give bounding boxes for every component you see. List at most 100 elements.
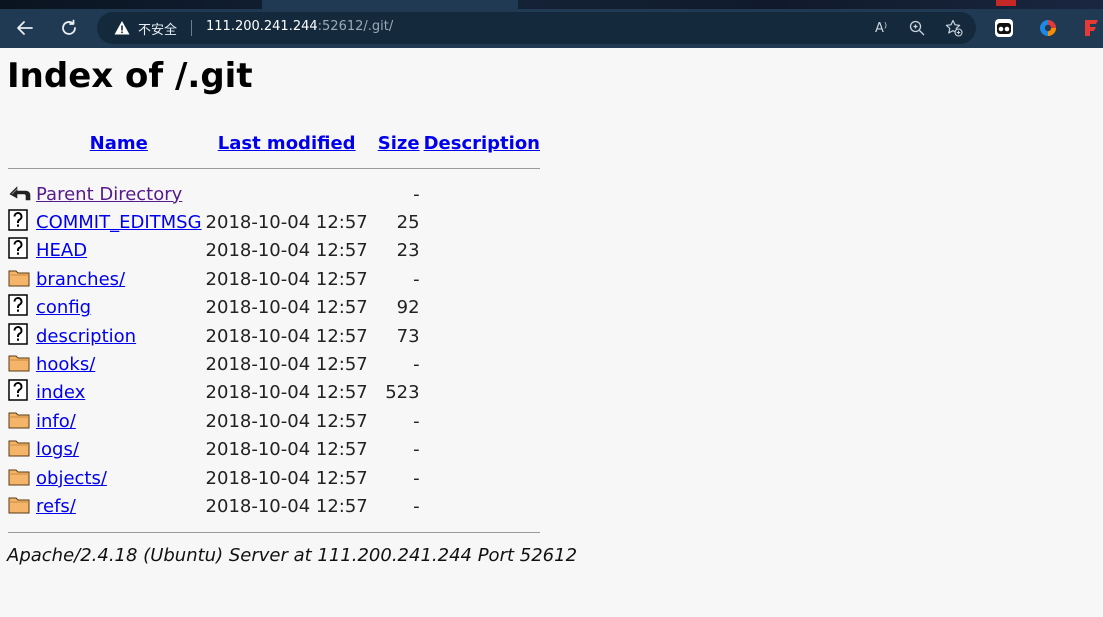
row-description: [422, 237, 542, 265]
red-f-icon: [1085, 20, 1098, 36]
row-date: 2018-10-04 12:57: [205, 240, 368, 262]
row-size: -: [413, 439, 420, 461]
table-row: description 2018-10-04 12:57 73: [6, 322, 542, 350]
row-description: [422, 436, 542, 464]
entry-link[interactable]: branches/: [36, 269, 125, 290]
address-bar[interactable]: 不安全 111.200.241.244:52612/.git/ A⁾: [97, 12, 976, 44]
row-icon-cell: [6, 379, 34, 407]
entry-link[interactable]: logs/: [36, 439, 79, 460]
entry-link[interactable]: refs/: [36, 496, 76, 517]
divider: [8, 532, 540, 534]
extension-f-icon[interactable]: [1081, 17, 1103, 39]
row-icon-cell: [6, 407, 34, 435]
star-plus-icon: [945, 19, 963, 37]
url-host: 111.200.241.244: [206, 19, 318, 34]
row-size: -: [413, 354, 420, 376]
row-size: -: [413, 183, 420, 205]
column-header-description: Description: [422, 126, 542, 156]
row-description: [422, 379, 542, 407]
folder-icon: [8, 270, 30, 292]
row-name-cell: description: [34, 322, 204, 350]
read-aloud-label: A⁾: [874, 20, 888, 36]
url-text[interactable]: 111.200.241.244:52612/.git/: [206, 19, 393, 34]
row-size: -: [413, 467, 420, 489]
zoom-icon[interactable]: [905, 16, 929, 40]
column-header-size: Size: [370, 126, 422, 156]
table-row: refs/2018-10-04 12:57 -: [6, 492, 542, 520]
row-icon-cell: [6, 237, 34, 265]
unknown-file-icon: [8, 379, 28, 406]
back-button[interactable]: [10, 13, 40, 43]
sort-by-date-link[interactable]: Last modified: [218, 133, 356, 154]
active-tab[interactable]: [262, 0, 518, 9]
folder-icon: [8, 469, 30, 491]
row-description: [422, 350, 542, 378]
table-row: HEAD 2018-10-04 12:57 23: [6, 237, 542, 265]
folder-icon: [8, 497, 30, 519]
reload-button[interactable]: [54, 13, 84, 43]
add-favorite-icon[interactable]: [942, 16, 966, 40]
row-icon-cell: [6, 436, 34, 464]
ghost-extension-icon: [995, 19, 1013, 37]
warning-icon[interactable]: [114, 20, 130, 36]
row-description: [422, 208, 542, 236]
sort-by-name-link[interactable]: Name: [90, 133, 148, 154]
row-description: [422, 294, 542, 322]
magnifier-icon: [909, 20, 925, 36]
row-size: 23: [396, 240, 420, 262]
url-path: :52612/.git/: [317, 19, 394, 34]
tab-edge[interactable]: [996, 0, 1016, 6]
table-row: objects/2018-10-04 12:57 -: [6, 464, 542, 492]
parent-directory-link[interactable]: Parent Directory: [36, 184, 182, 205]
row-date: 2018-10-04 12:57: [205, 410, 368, 432]
read-aloud-icon[interactable]: A⁾: [869, 16, 893, 40]
row-name-cell: logs/: [34, 436, 204, 464]
entry-link[interactable]: objects/: [36, 468, 107, 489]
table-row: config 2018-10-04 12:57 92: [6, 294, 542, 322]
table-row: COMMIT_EDITMSG 2018-10-04 12:57 25: [6, 208, 542, 236]
unknown-file-icon: [8, 237, 28, 264]
row-date: 2018-10-04 12:57: [205, 325, 368, 347]
row-size: 92: [396, 297, 420, 319]
entry-link[interactable]: hooks/: [36, 354, 95, 375]
entry-link[interactable]: index: [36, 382, 85, 403]
unknown-file-icon: [8, 209, 28, 236]
unknown-file-icon: [8, 322, 28, 350]
entry-link[interactable]: config: [36, 297, 91, 318]
row-icon-cell: [6, 180, 34, 208]
page-title: Index of /.git: [7, 56, 253, 96]
row-name-cell: Parent Directory: [34, 180, 204, 208]
entry-link[interactable]: info/: [36, 411, 76, 432]
row-name-cell: index: [34, 379, 204, 407]
row-name-cell: refs/: [34, 492, 204, 520]
unknown-file-icon: [8, 294, 28, 321]
folder-icon: [8, 412, 30, 434]
icon-header: [6, 126, 34, 156]
row-size: -: [413, 495, 420, 517]
header-rule: [6, 156, 542, 180]
row-name-cell: branches/: [34, 265, 204, 293]
row-name-cell: hooks/: [34, 350, 204, 378]
row-size: -: [413, 268, 420, 290]
entry-link[interactable]: description: [36, 326, 136, 347]
table-row: Parent Directory -: [6, 180, 542, 208]
column-header-last-modified: Last modified: [204, 126, 370, 156]
row-description: [422, 407, 542, 435]
row-icon-cell: [6, 464, 34, 492]
footer-rule: [6, 521, 542, 545]
row-name-cell: COMMIT_EDITMSG: [34, 208, 204, 236]
row-date: 2018-10-04 12:57: [205, 382, 368, 404]
table-row: index 2018-10-04 12:57 523: [6, 379, 542, 407]
security-label[interactable]: 不安全: [138, 19, 177, 38]
row-icon-cell: [6, 492, 34, 520]
directory-table: Name Last modified Size Description Pare…: [6, 126, 542, 545]
row-date: 2018-10-04 12:57: [205, 268, 368, 290]
extension-globe-icon[interactable]: [1037, 17, 1059, 39]
sort-by-description-link[interactable]: Description: [424, 133, 540, 154]
row-date: 2018-10-04 12:57: [205, 439, 368, 461]
extension-mask-icon[interactable]: [993, 17, 1015, 39]
entry-link[interactable]: HEAD: [36, 240, 87, 261]
entry-link[interactable]: COMMIT_EDITMSG: [36, 212, 202, 233]
folder-icon: [8, 440, 30, 462]
sort-by-size-link[interactable]: Size: [378, 133, 420, 154]
